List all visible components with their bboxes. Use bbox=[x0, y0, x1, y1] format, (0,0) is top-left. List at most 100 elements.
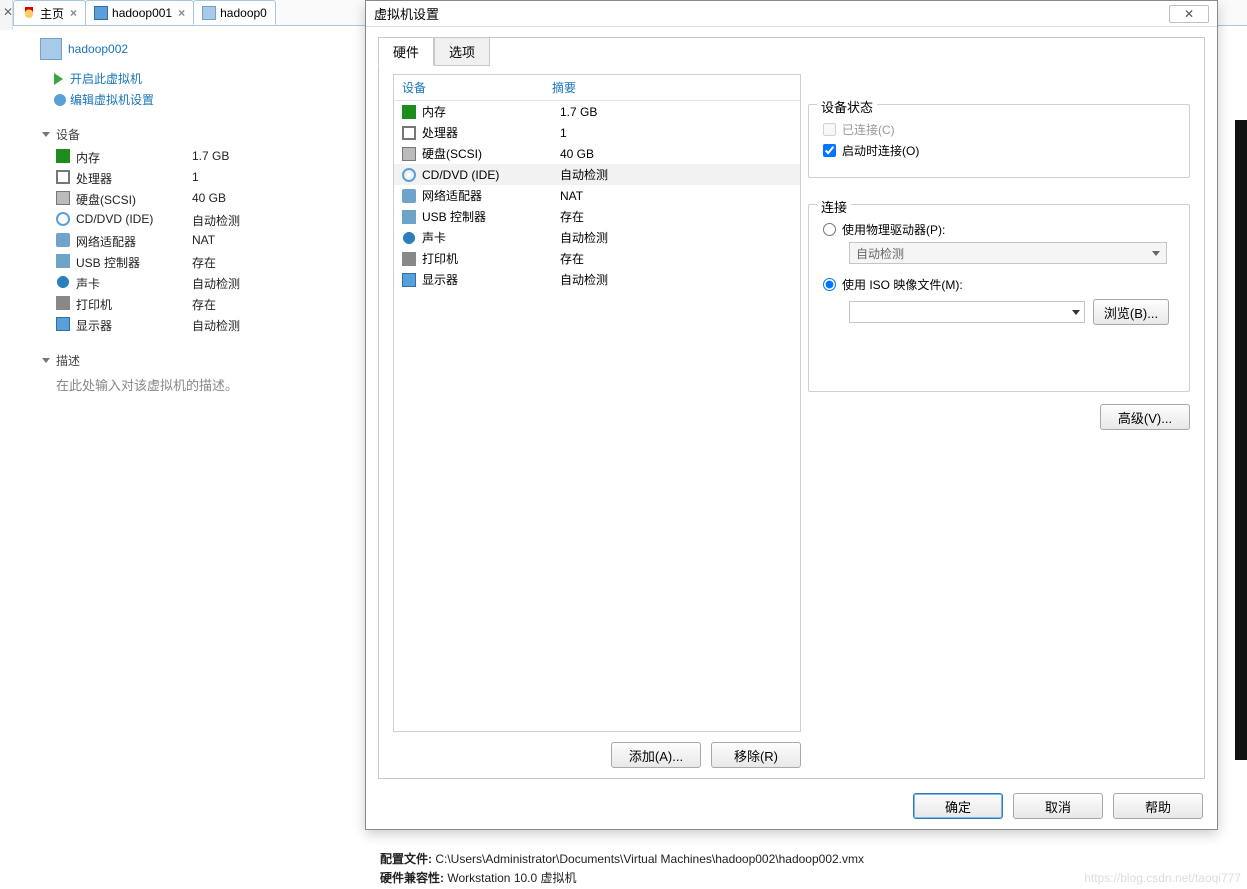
connection-group: 连接 使用物理驱动器(P): 自动检测 使用 ISO 映像文件(M): 浏览(B… bbox=[808, 204, 1190, 392]
device-list-name: CD/DVD (IDE) bbox=[422, 168, 560, 182]
device-list-name: 网络适配器 bbox=[422, 187, 560, 204]
device-value: 自动检测 bbox=[192, 212, 240, 229]
device-list-sum: 自动检测 bbox=[560, 166, 608, 183]
cancel-button[interactable]: 取消 bbox=[1013, 793, 1103, 819]
device-value: 存在 bbox=[192, 296, 216, 313]
advanced-button[interactable]: 高级(V)... bbox=[1100, 404, 1190, 430]
device-list-name: 打印机 bbox=[422, 250, 560, 267]
device-list-sum: NAT bbox=[560, 189, 583, 203]
device-row[interactable]: 硬盘(SCSI)40 GB bbox=[56, 191, 360, 208]
device-row[interactable]: 打印机存在 bbox=[56, 296, 360, 313]
tab-close-icon[interactable]: × bbox=[178, 6, 185, 20]
device-name: 内存 bbox=[76, 149, 192, 166]
vm-title-text: hadoop002 bbox=[68, 42, 128, 56]
tab-home[interactable]: 主页 × bbox=[13, 0, 86, 25]
description-placeholder[interactable]: 在此处输入对该虚拟机的描述。 bbox=[56, 375, 360, 394]
disk-icon bbox=[56, 191, 70, 205]
tab-vm1-label: hadoop001 bbox=[112, 6, 172, 20]
right-dark-strip bbox=[1235, 120, 1247, 760]
tab-options[interactable]: 选项 bbox=[434, 37, 490, 66]
device-row[interactable]: 显示器自动检测 bbox=[56, 317, 360, 334]
device-list-row[interactable]: 显示器自动检测 bbox=[394, 269, 800, 290]
cpu-icon bbox=[56, 170, 70, 184]
connect-start-input[interactable] bbox=[823, 144, 836, 157]
connection-label: 连接 bbox=[817, 197, 851, 216]
device-list-row[interactable]: 声卡自动检测 bbox=[394, 227, 800, 248]
bottom-info: 配置文件: C:\Users\Administrator\Documents\V… bbox=[380, 848, 864, 888]
use-iso-radio[interactable]: 使用 ISO 映像文件(M): bbox=[823, 276, 1175, 293]
help-button[interactable]: 帮助 bbox=[1113, 793, 1203, 819]
device-list-sum: 存在 bbox=[560, 208, 584, 225]
device-list-row[interactable]: 硬盘(SCSI)40 GB bbox=[394, 143, 800, 164]
ok-button[interactable]: 确定 bbox=[913, 793, 1003, 819]
device-list-sum: 存在 bbox=[560, 250, 584, 267]
config-file-value: C:\Users\Administrator\Documents\Virtual… bbox=[435, 852, 864, 866]
connected-checkbox: 已连接(C) bbox=[823, 121, 1175, 138]
usb-icon bbox=[402, 210, 416, 224]
tab-close-icon[interactable]: × bbox=[70, 6, 77, 20]
device-list-row[interactable]: 打印机存在 bbox=[394, 248, 800, 269]
connected-input bbox=[823, 123, 836, 136]
device-row[interactable]: 网络适配器NAT bbox=[56, 233, 360, 250]
device-value: 存在 bbox=[192, 254, 216, 271]
device-name: 声卡 bbox=[76, 275, 192, 292]
device-list-row[interactable]: 处理器1 bbox=[394, 122, 800, 143]
device-value: 自动检测 bbox=[192, 317, 240, 334]
panel-close-icon[interactable]: ✕ bbox=[3, 5, 13, 19]
print-icon bbox=[402, 252, 416, 266]
device-list-row[interactable]: USB 控制器存在 bbox=[394, 206, 800, 227]
devices-section-label: 设备 bbox=[56, 126, 80, 143]
device-row[interactable]: CD/DVD (IDE)自动检测 bbox=[56, 212, 360, 229]
description-section-header[interactable]: 描述 bbox=[42, 352, 360, 369]
edit-settings-link[interactable]: 编辑虚拟机设置 bbox=[54, 91, 360, 108]
chevron-down-icon bbox=[42, 132, 50, 137]
vm-summary-panel: hadoop002 开启此虚拟机 编辑虚拟机设置 设备 内存1.7 GB 处理器1… bbox=[40, 38, 360, 394]
edit-settings-label: 编辑虚拟机设置 bbox=[70, 91, 154, 108]
device-list-row[interactable]: 内存1.7 GB bbox=[394, 101, 800, 122]
browse-button[interactable]: 浏览(B)... bbox=[1093, 299, 1169, 325]
power-on-label: 开启此虚拟机 bbox=[70, 70, 142, 87]
add-device-button[interactable]: 添加(A)... bbox=[611, 742, 701, 768]
watermark: https://blog.csdn.net/taoqi777 bbox=[1084, 871, 1241, 885]
use-physical-radio[interactable]: 使用物理驱动器(P): bbox=[823, 221, 1175, 238]
device-list-sum: 1 bbox=[560, 126, 567, 140]
device-name: 网络适配器 bbox=[76, 233, 192, 250]
tab-vm2[interactable]: hadoop0 bbox=[193, 0, 276, 25]
tab-hardware[interactable]: 硬件 bbox=[378, 37, 434, 66]
play-icon bbox=[54, 73, 66, 85]
summary-header: 摘要 bbox=[552, 79, 576, 96]
devices-section-header[interactable]: 设备 bbox=[42, 126, 360, 143]
physical-radio-input[interactable] bbox=[823, 223, 836, 236]
device-list-name: 声卡 bbox=[422, 229, 560, 246]
connect-at-start-checkbox[interactable]: 启动时连接(O) bbox=[823, 142, 1175, 159]
iso-radio-input[interactable] bbox=[823, 278, 836, 291]
net-icon bbox=[56, 233, 70, 247]
device-row[interactable]: 处理器1 bbox=[56, 170, 360, 187]
device-value: 1.7 GB bbox=[192, 149, 229, 166]
home-icon bbox=[22, 6, 36, 20]
device-name: 打印机 bbox=[76, 296, 192, 313]
vm-title: hadoop002 bbox=[40, 38, 360, 60]
config-file-label: 配置文件: bbox=[380, 852, 432, 866]
power-on-link[interactable]: 开启此虚拟机 bbox=[54, 70, 360, 87]
remove-device-button[interactable]: 移除(R) bbox=[711, 742, 801, 768]
net-icon bbox=[402, 189, 416, 203]
device-name: 显示器 bbox=[76, 317, 192, 334]
tab-vm1[interactable]: hadoop001 × bbox=[85, 0, 194, 25]
device-row[interactable]: 声卡自动检测 bbox=[56, 275, 360, 292]
chevron-down-icon bbox=[1152, 251, 1160, 256]
device-header: 设备 bbox=[402, 79, 552, 96]
device-row[interactable]: 内存1.7 GB bbox=[56, 149, 360, 166]
device-list-row[interactable]: 网络适配器NAT bbox=[394, 185, 800, 206]
device-list-name: 处理器 bbox=[422, 124, 560, 141]
iso-path-combo[interactable] bbox=[849, 301, 1085, 323]
physical-drive-combo[interactable]: 自动检测 bbox=[849, 242, 1167, 264]
dialog-close-button[interactable]: ✕ bbox=[1169, 5, 1209, 23]
tab-home-label: 主页 bbox=[40, 5, 64, 22]
hw-compat-label: 硬件兼容性: bbox=[380, 871, 444, 885]
vm-big-icon bbox=[40, 38, 62, 60]
device-row[interactable]: USB 控制器存在 bbox=[56, 254, 360, 271]
chevron-down-icon bbox=[42, 358, 50, 363]
device-list-row[interactable]: CD/DVD (IDE)自动检测 bbox=[394, 164, 800, 185]
device-list-name: USB 控制器 bbox=[422, 208, 560, 225]
